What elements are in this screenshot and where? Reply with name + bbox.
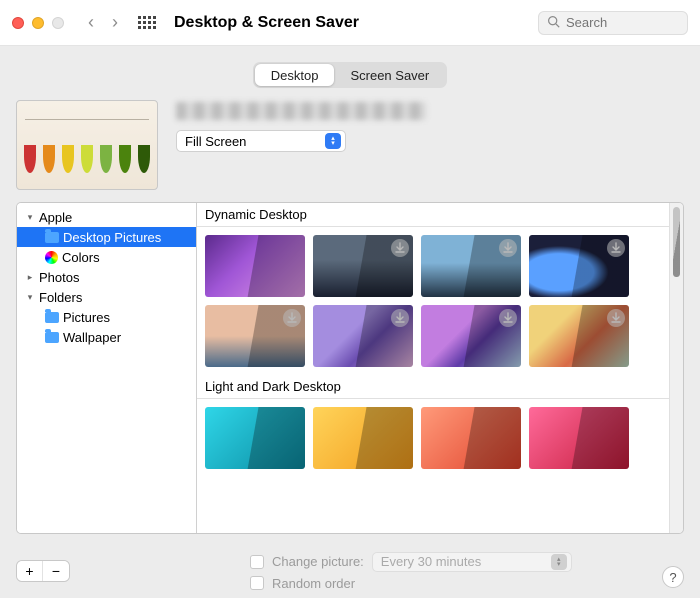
- folder-icon: [45, 332, 59, 343]
- download-icon[interactable]: [499, 239, 517, 257]
- window-title: Desktop & Screen Saver: [174, 14, 359, 32]
- folder-icon: [45, 312, 59, 323]
- sidebar-item-folders[interactable]: ▾ Folders: [17, 287, 196, 307]
- scrollbar-thumb[interactable]: [673, 207, 680, 277]
- random-order-label: Random order: [272, 576, 355, 591]
- change-picture-options: Change picture: Every 30 minutes ▴▾ Rand…: [250, 552, 572, 591]
- dropdown-stepper-icon: ▴▾: [551, 554, 567, 570]
- change-interval-value: Every 30 minutes: [381, 554, 481, 569]
- gallery-scroll[interactable]: Dynamic Desktop Light and Dark Desktop: [197, 203, 669, 533]
- download-icon[interactable]: [607, 239, 625, 257]
- download-icon[interactable]: [283, 309, 301, 327]
- search-field[interactable]: [538, 11, 688, 35]
- current-desktop-row: Fill Screen ▴▾: [16, 100, 684, 190]
- wallpaper-thumb[interactable]: [313, 305, 413, 367]
- wallpaper-thumb[interactable]: [529, 407, 629, 469]
- sidebar-label: Wallpaper: [63, 330, 121, 345]
- wallpaper-thumb[interactable]: [313, 407, 413, 469]
- tab-segmented-control: Desktop Screen Saver: [253, 62, 447, 88]
- wallpaper-name-redacted: [176, 102, 426, 120]
- sidebar-label: Photos: [39, 270, 79, 285]
- search-input[interactable]: [566, 15, 679, 30]
- wallpaper-thumb[interactable]: [205, 235, 305, 297]
- source-sidebar[interactable]: ▾ Apple Desktop Pictures Colors ▸ Photos…: [17, 203, 197, 533]
- forward-button: ›: [112, 12, 118, 33]
- wallpaper-thumb[interactable]: [421, 235, 521, 297]
- wallpaper-thumb[interactable]: [529, 235, 629, 297]
- download-icon[interactable]: [499, 309, 517, 327]
- help-button[interactable]: ?: [662, 566, 684, 588]
- bottom-bar: + − Change picture: Every 30 minutes ▴▾ …: [16, 546, 684, 588]
- picture-fit-dropdown[interactable]: Fill Screen ▴▾: [176, 130, 346, 152]
- download-icon[interactable]: [607, 309, 625, 327]
- wallpaper-thumb[interactable]: [421, 407, 521, 469]
- disclosure-triangle-icon[interactable]: ▸: [25, 272, 35, 283]
- change-interval-dropdown: Every 30 minutes ▴▾: [372, 552, 572, 572]
- remove-folder-button[interactable]: −: [43, 561, 69, 581]
- minimize-window-button[interactable]: [32, 17, 44, 29]
- change-picture-checkbox[interactable]: [250, 555, 264, 569]
- search-icon: [547, 15, 560, 31]
- tab-desktop[interactable]: Desktop: [255, 64, 335, 86]
- sidebar-label: Folders: [39, 290, 82, 305]
- wallpaper-thumb[interactable]: [421, 305, 521, 367]
- sidebar-label: Colors: [62, 250, 100, 265]
- colorwheel-icon: [45, 251, 58, 264]
- download-icon[interactable]: [391, 239, 409, 257]
- thumb-grid-light-dark: [197, 399, 669, 477]
- sidebar-item-colors[interactable]: Colors: [17, 247, 196, 267]
- add-remove-folder: + −: [16, 560, 70, 582]
- preview-meta: Fill Screen ▴▾: [176, 100, 684, 152]
- wallpaper-thumb[interactable]: [313, 235, 413, 297]
- disclosure-triangle-icon[interactable]: ▾: [25, 292, 35, 303]
- show-all-prefs-icon[interactable]: [138, 16, 156, 29]
- back-button[interactable]: ‹: [88, 12, 94, 33]
- wallpaper-thumb[interactable]: [529, 305, 629, 367]
- sidebar-label: Desktop Pictures: [63, 230, 161, 245]
- thumb-grid-dynamic: [197, 227, 669, 375]
- change-picture-label: Change picture:: [272, 554, 364, 569]
- dropdown-stepper-icon: ▴▾: [325, 133, 341, 149]
- add-folder-button[interactable]: +: [17, 561, 43, 581]
- picture-fit-value: Fill Screen: [185, 134, 246, 149]
- current-desktop-preview: [16, 100, 158, 190]
- window-controls: [12, 17, 64, 29]
- zoom-window-button: [52, 17, 64, 29]
- wallpaper-gallery: Dynamic Desktop Light and Dark Desktop: [197, 203, 683, 533]
- wallpaper-thumb[interactable]: [205, 305, 305, 367]
- section-header-dynamic: Dynamic Desktop: [197, 203, 669, 227]
- random-order-checkbox: [250, 576, 264, 590]
- wallpaper-browser: ▾ Apple Desktop Pictures Colors ▸ Photos…: [16, 202, 684, 534]
- tab-screen-saver[interactable]: Screen Saver: [334, 64, 445, 86]
- sidebar-item-apple[interactable]: ▾ Apple: [17, 207, 196, 227]
- sidebar-item-photos[interactable]: ▸ Photos: [17, 267, 196, 287]
- disclosure-triangle-icon[interactable]: ▾: [25, 212, 35, 223]
- sidebar-label: Apple: [39, 210, 72, 225]
- sidebar-item-pictures[interactable]: Pictures: [17, 307, 196, 327]
- nav-arrows: ‹ ›: [88, 12, 118, 33]
- close-window-button[interactable]: [12, 17, 24, 29]
- sidebar-item-wallpaper[interactable]: Wallpaper: [17, 327, 196, 347]
- wallpaper-thumb[interactable]: [205, 407, 305, 469]
- titlebar: ‹ › Desktop & Screen Saver: [0, 0, 700, 46]
- section-header-light-dark: Light and Dark Desktop: [197, 375, 669, 399]
- preference-pane: Desktop Screen Saver Fill Screen ▴▾ ▾ Ap…: [0, 46, 700, 598]
- download-icon[interactable]: [391, 309, 409, 327]
- sidebar-label: Pictures: [63, 310, 110, 325]
- folder-icon: [45, 232, 59, 243]
- gallery-scrollbar[interactable]: [669, 203, 683, 533]
- sidebar-item-desktop-pictures[interactable]: Desktop Pictures: [17, 227, 196, 247]
